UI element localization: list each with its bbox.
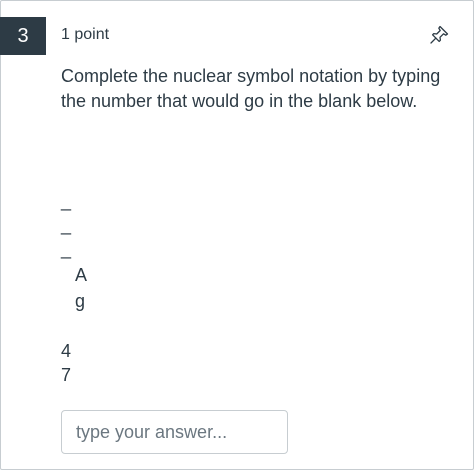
question-number-badge: 3 (0, 17, 46, 55)
notation-symbol-letter-g: g (75, 291, 86, 311)
notation-blank-3: _ (61, 239, 72, 259)
notation-blank-2: _ (61, 215, 72, 235)
notation-blank-1: _ (61, 191, 72, 211)
question-points: 1 point (61, 26, 110, 43)
notation-number-digit-4: 4 (61, 341, 72, 361)
pin-icon[interactable] (428, 24, 450, 46)
question-text: Complete the nuclear symbol notation by … (61, 66, 441, 111)
notation-symbol-letter-a: A (75, 265, 88, 285)
answer-input[interactable] (61, 410, 288, 454)
notation-number-digit-7: 7 (61, 365, 72, 385)
